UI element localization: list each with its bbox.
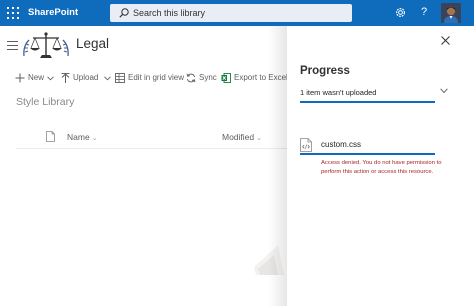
column-header-name[interactable]: Name ⌄ xyxy=(67,132,98,144)
chevron-down-icon: ⌄ xyxy=(91,135,98,142)
header-divider xyxy=(16,148,288,149)
waffle-icon[interactable] xyxy=(7,7,19,19)
help-icon[interactable]: ? xyxy=(418,5,430,19)
chevron-down-icon xyxy=(104,76,111,81)
panel-title: Progress xyxy=(300,65,350,77)
failed-file-item[interactable]: custom.css xyxy=(300,137,435,155)
site-logo xyxy=(23,32,69,58)
search-icon xyxy=(119,8,129,18)
excel-icon xyxy=(221,73,231,83)
column-header-modified-label: Modified xyxy=(222,132,255,142)
new-label: New xyxy=(28,73,45,82)
search-input[interactable]: Search this library xyxy=(110,4,352,22)
error-message: Access denied. You do not have permissio… xyxy=(321,160,442,176)
document-icon xyxy=(46,131,55,142)
hamburger-icon[interactable] xyxy=(7,41,18,51)
sharepoint-window: SharePoint Search this library ? Legal N… xyxy=(0,0,474,306)
edit-grid-label: Edit in grid view xyxy=(128,73,185,82)
upload-button[interactable]: Upload xyxy=(61,71,111,85)
chevron-down-icon: ⌄ xyxy=(256,135,263,142)
column-header-modified[interactable]: Modified ⌄ xyxy=(222,132,262,144)
sync-button[interactable]: Sync xyxy=(186,71,218,85)
suite-bar: SharePoint Search this library ? xyxy=(0,0,474,26)
plus-icon xyxy=(15,73,25,83)
grid-icon xyxy=(115,73,125,83)
chevron-down-icon[interactable] xyxy=(440,88,448,94)
chevron-down-icon xyxy=(47,76,54,81)
avatar[interactable] xyxy=(441,3,461,23)
library-title: Style Library xyxy=(16,96,75,108)
app-name[interactable]: SharePoint xyxy=(28,7,78,19)
site-title[interactable]: Legal xyxy=(76,36,109,52)
upload-summary-text: 1 item wasn't uploaded xyxy=(300,88,377,97)
search-placeholder: Search this library xyxy=(133,8,206,18)
progress-panel: Progress 1 item wasn't uploaded custom.c… xyxy=(287,26,474,306)
gear-icon[interactable] xyxy=(394,6,407,19)
close-icon[interactable] xyxy=(440,35,451,46)
upload-label: Upload xyxy=(73,73,99,82)
upload-summary[interactable]: 1 item wasn't uploaded xyxy=(300,86,448,103)
column-header-name-label: Name xyxy=(67,132,90,142)
sync-label: Sync xyxy=(199,73,217,82)
code-file-icon xyxy=(300,138,312,152)
file-name: custom.css xyxy=(321,140,362,149)
panel-shadow xyxy=(268,26,288,306)
upload-icon xyxy=(61,73,70,83)
sync-icon xyxy=(186,73,196,83)
new-button[interactable]: New xyxy=(15,71,59,85)
edit-grid-button[interactable]: Edit in grid view xyxy=(115,71,185,85)
